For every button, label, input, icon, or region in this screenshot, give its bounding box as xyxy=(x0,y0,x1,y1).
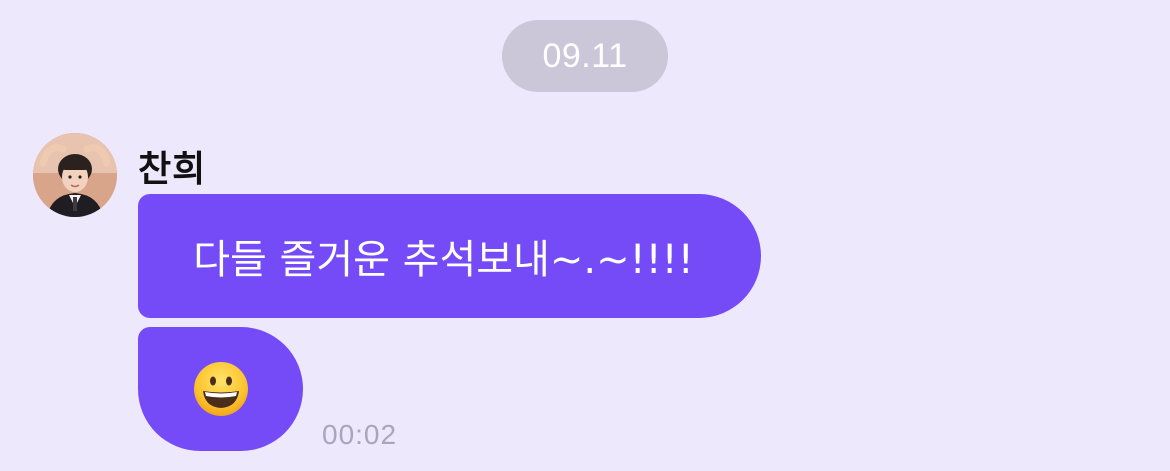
profile-photo xyxy=(33,133,117,217)
message-timestamp: 00:02 xyxy=(322,419,398,450)
avatar[interactable] xyxy=(33,133,117,217)
emoji-message-bubble[interactable] xyxy=(138,327,303,451)
message-text: 다들 즐거운 추석보내~.~!!!! xyxy=(193,237,694,283)
sender-name: 찬희 xyxy=(138,149,207,190)
message-bubble[interactable]: 다들 즐거운 추석보내~.~!!!! xyxy=(138,194,761,318)
date-divider: 09.11 xyxy=(502,20,668,92)
grinning-face-emoji-icon xyxy=(193,362,248,416)
